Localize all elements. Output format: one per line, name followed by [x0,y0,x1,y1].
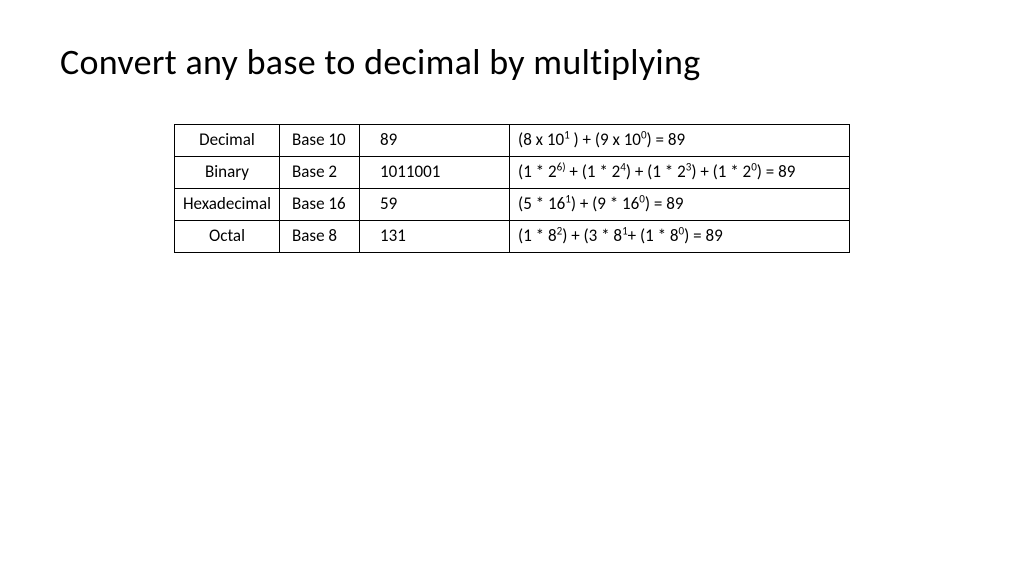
cell-base: Base 8 [280,220,360,252]
cell-expression: (8 x 101 ) + (9 x 100) = 89 [510,125,850,157]
cell-name: Hexadecimal [174,188,279,220]
table-row: Hexadecimal Base 16 59 (5 * 161) + (9 * … [174,188,849,220]
cell-value: 59 [360,188,510,220]
table-row: Binary Base 2 1011001 (1 * 26) + (1 * 24… [174,156,849,188]
cell-name: Octal [174,220,279,252]
cell-expression: (5 * 161) + (9 * 160) = 89 [510,188,850,220]
cell-expression: (1 * 82) + (3 * 81+ (1 * 80) = 89 [510,220,850,252]
page-title: Convert any base to decimal by multiplyi… [60,40,964,84]
cell-value: 89 [360,125,510,157]
table-row: Octal Base 8 131 (1 * 82) + (3 * 81+ (1 … [174,220,849,252]
cell-base: Base 10 [280,125,360,157]
cell-value: 1011001 [360,156,510,188]
table-container: Decimal Base 10 89 (8 x 101 ) + (9 x 100… [60,124,964,253]
cell-base: Base 2 [280,156,360,188]
cell-expression: (1 * 26) + (1 * 24) + (1 * 23) + (1 * 20… [510,156,850,188]
cell-name: Decimal [174,125,279,157]
conversion-table: Decimal Base 10 89 (8 x 101 ) + (9 x 100… [174,124,850,253]
cell-base: Base 16 [280,188,360,220]
cell-name: Binary [174,156,279,188]
table-row: Decimal Base 10 89 (8 x 101 ) + (9 x 100… [174,125,849,157]
cell-value: 131 [360,220,510,252]
